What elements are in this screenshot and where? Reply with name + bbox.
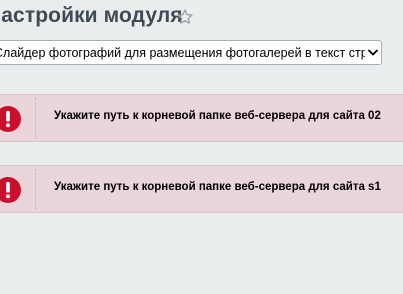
alert-message: Укажите путь к корневой папке веб-сервер… [54,110,381,122]
error-alert: Укажите путь к корневой папке веб-сервер… [0,165,403,213]
page-title: Настройки модуля [0,4,183,27]
module-select-value: Слайдер фотографий для размещения фотога… [0,46,382,60]
page-header: Настройки модуля [0,0,403,36]
star-icon[interactable] [176,8,194,26]
error-icon [0,105,22,133]
chevron-down-icon[interactable] [365,41,381,64]
module-select[interactable]: Слайдер фотографий для размещения фотога… [0,40,382,65]
alert-message: Укажите путь к корневой папке веб-сервер… [54,181,381,193]
error-alert: Укажите путь к корневой папке веб-сервер… [0,94,403,142]
alert-divider [35,169,36,209]
error-icon [0,176,22,204]
alert-divider [35,98,36,138]
